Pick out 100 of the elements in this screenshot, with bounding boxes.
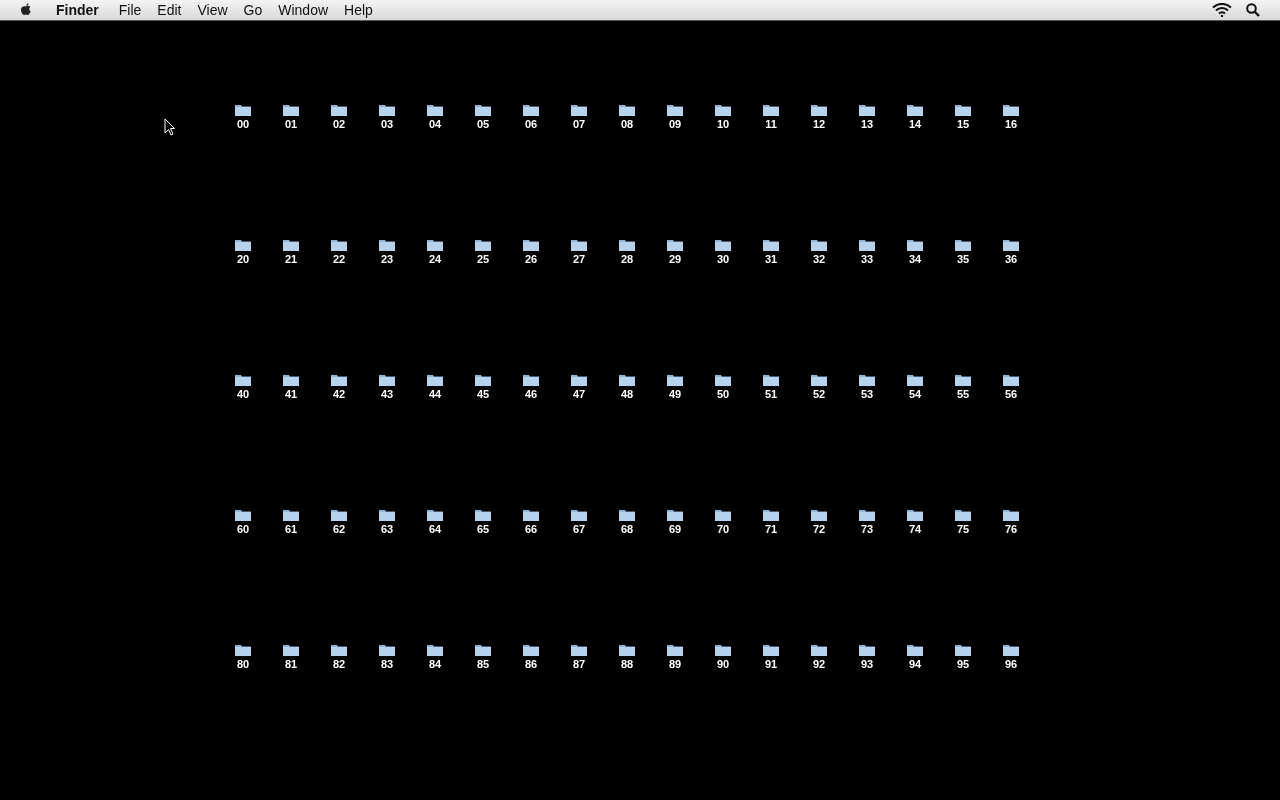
folder-icon[interactable] bbox=[331, 643, 347, 656]
folder-label[interactable]: 53 bbox=[860, 388, 874, 400]
search-icon[interactable] bbox=[1246, 3, 1260, 17]
folder-label[interactable]: 68 bbox=[620, 523, 634, 535]
folder-label[interactable]: 13 bbox=[860, 118, 874, 130]
folder-icon[interactable] bbox=[379, 238, 395, 251]
folder-icon[interactable] bbox=[715, 238, 731, 251]
folder-label[interactable]: 08 bbox=[620, 118, 634, 130]
folder-label[interactable]: 50 bbox=[716, 388, 730, 400]
folder-label[interactable]: 55 bbox=[956, 388, 970, 400]
folder-icon[interactable] bbox=[523, 103, 539, 116]
folder-label[interactable]: 44 bbox=[428, 388, 442, 400]
folder-icon[interactable] bbox=[475, 238, 491, 251]
folder-icon[interactable] bbox=[571, 373, 587, 386]
wifi-icon[interactable] bbox=[1212, 3, 1232, 17]
folder-label[interactable]: 31 bbox=[764, 253, 778, 265]
folder-icon[interactable] bbox=[715, 643, 731, 656]
folder-label[interactable]: 71 bbox=[764, 523, 778, 535]
folder-icon[interactable] bbox=[427, 373, 443, 386]
folder-icon[interactable] bbox=[907, 643, 923, 656]
folder-icon[interactable] bbox=[1003, 238, 1019, 251]
folder-label[interactable]: 41 bbox=[284, 388, 298, 400]
folder-label[interactable]: 90 bbox=[716, 658, 730, 670]
folder-label[interactable]: 15 bbox=[956, 118, 970, 130]
folder-icon[interactable] bbox=[859, 238, 875, 251]
folder-icon[interactable] bbox=[955, 508, 971, 521]
folder-label[interactable]: 49 bbox=[668, 388, 682, 400]
folder-icon[interactable] bbox=[283, 103, 299, 116]
folder-icon[interactable] bbox=[379, 643, 395, 656]
folder-label[interactable]: 00 bbox=[236, 118, 250, 130]
folder-icon[interactable] bbox=[523, 643, 539, 656]
folder-icon[interactable] bbox=[523, 508, 539, 521]
folder-label[interactable]: 54 bbox=[908, 388, 922, 400]
folder-icon[interactable] bbox=[811, 508, 827, 521]
folder-label[interactable]: 84 bbox=[428, 658, 442, 670]
app-menu[interactable]: Finder bbox=[48, 0, 107, 21]
folder-label[interactable]: 43 bbox=[380, 388, 394, 400]
folder-label[interactable]: 95 bbox=[956, 658, 970, 670]
folder-icon[interactable] bbox=[427, 508, 443, 521]
folder-label[interactable]: 52 bbox=[812, 388, 826, 400]
folder-label[interactable]: 93 bbox=[860, 658, 874, 670]
folder-label[interactable]: 45 bbox=[476, 388, 490, 400]
folder-label[interactable]: 75 bbox=[956, 523, 970, 535]
folder-label[interactable]: 35 bbox=[956, 253, 970, 265]
folder-label[interactable]: 61 bbox=[284, 523, 298, 535]
folder-label[interactable]: 91 bbox=[764, 658, 778, 670]
folder-icon[interactable] bbox=[955, 103, 971, 116]
folder-label[interactable]: 65 bbox=[476, 523, 490, 535]
folder-label[interactable]: 42 bbox=[332, 388, 346, 400]
folder-label[interactable]: 94 bbox=[908, 658, 922, 670]
folder-label[interactable]: 85 bbox=[476, 658, 490, 670]
folder-label[interactable]: 21 bbox=[284, 253, 298, 265]
folder-label[interactable]: 11 bbox=[765, 118, 777, 130]
folder-icon[interactable] bbox=[235, 103, 251, 116]
folder-label[interactable]: 89 bbox=[668, 658, 682, 670]
folder-icon[interactable] bbox=[1003, 643, 1019, 656]
folder-icon[interactable] bbox=[1003, 373, 1019, 386]
folder-label[interactable]: 28 bbox=[620, 253, 634, 265]
folder-icon[interactable] bbox=[715, 508, 731, 521]
folder-icon[interactable] bbox=[763, 238, 779, 251]
folder-icon[interactable] bbox=[331, 508, 347, 521]
folder-label[interactable]: 27 bbox=[572, 253, 586, 265]
folder-icon[interactable] bbox=[283, 373, 299, 386]
folder-icon[interactable] bbox=[427, 238, 443, 251]
folder-icon[interactable] bbox=[475, 643, 491, 656]
folder-label[interactable]: 25 bbox=[476, 253, 490, 265]
folder-label[interactable]: 22 bbox=[332, 253, 346, 265]
folder-label[interactable]: 67 bbox=[572, 523, 586, 535]
folder-icon[interactable] bbox=[235, 238, 251, 251]
folder-icon[interactable] bbox=[427, 103, 443, 116]
folder-icon[interactable] bbox=[763, 508, 779, 521]
folder-icon[interactable] bbox=[955, 238, 971, 251]
folder-label[interactable]: 32 bbox=[812, 253, 826, 265]
folder-icon[interactable] bbox=[667, 643, 683, 656]
folder-icon[interactable] bbox=[571, 508, 587, 521]
folder-icon[interactable] bbox=[571, 643, 587, 656]
folder-icon[interactable] bbox=[811, 643, 827, 656]
folder-icon[interactable] bbox=[619, 238, 635, 251]
folder-label[interactable]: 81 bbox=[284, 658, 298, 670]
folder-label[interactable]: 86 bbox=[524, 658, 538, 670]
folder-label[interactable]: 03 bbox=[380, 118, 394, 130]
folder-icon[interactable] bbox=[475, 508, 491, 521]
folder-icon[interactable] bbox=[235, 373, 251, 386]
folder-icon[interactable] bbox=[379, 508, 395, 521]
folder-label[interactable]: 47 bbox=[572, 388, 586, 400]
folder-label[interactable]: 64 bbox=[428, 523, 442, 535]
folder-label[interactable]: 96 bbox=[1004, 658, 1018, 670]
menu-item[interactable]: Go bbox=[235, 0, 271, 21]
folder-label[interactable]: 26 bbox=[524, 253, 538, 265]
menu-item[interactable]: File bbox=[110, 0, 150, 21]
folder-icon[interactable] bbox=[331, 373, 347, 386]
folder-label[interactable]: 33 bbox=[860, 253, 874, 265]
folder-icon[interactable] bbox=[811, 373, 827, 386]
folder-label[interactable]: 82 bbox=[332, 658, 346, 670]
menu-item[interactable]: View bbox=[189, 0, 236, 21]
folder-label[interactable]: 48 bbox=[620, 388, 634, 400]
folder-label[interactable]: 01 bbox=[284, 118, 298, 130]
folder-icon[interactable] bbox=[427, 643, 443, 656]
folder-icon[interactable] bbox=[619, 373, 635, 386]
folder-label[interactable]: 72 bbox=[812, 523, 826, 535]
